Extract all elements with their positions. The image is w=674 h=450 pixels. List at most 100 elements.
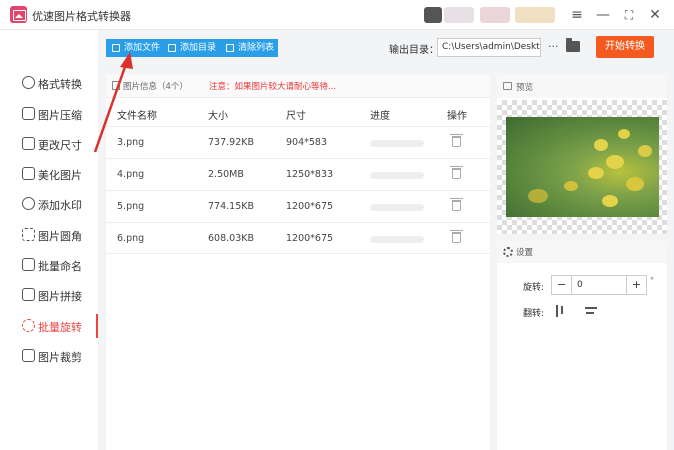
sidebar-item-compress[interactable]: 图片压缩 [0,100,98,128]
resize-icon [22,137,35,150]
sidebar-item-label: 格式转换 [38,78,82,91]
sidebar-item-crop[interactable]: 图片裁剪 [0,342,98,370]
delete-icon[interactable] [450,230,463,243]
sidebar-item-watermark[interactable]: 添加水印 [0,190,98,218]
sidebar-item-label: 图片压缩 [38,109,82,122]
sidebar-item-rounded-corner[interactable]: 图片圆角 [0,221,98,249]
rotate-stepper: − 0 + [551,275,647,295]
progress-bar [370,172,424,179]
title-bar: 优速图片格式转换器 ≡ — ⛶ ✕ [0,0,674,30]
flip-horizontal-icon[interactable] [556,305,566,317]
folder-outline-icon [168,44,176,52]
redacted-user-info [444,7,474,23]
sidebar-item-label: 美化图片 [38,169,82,182]
preview-label: 预览 [516,83,534,93]
table-row[interactable]: 4.png 2.50MB 1250*833 [106,158,490,190]
output-dir-input[interactable]: C:\Users\admin\Deskto [437,38,541,57]
progress-bar [370,140,424,147]
column-header-dimensions: 尺寸 [286,111,306,122]
trash-small-icon [226,44,234,52]
file-name: 6.png [117,233,145,244]
sidebar-item-label: 批量旋转 [38,321,82,334]
maximize-icon[interactable]: ⛶ [619,5,639,25]
close-icon[interactable]: ✕ [645,5,665,25]
rotate-angle-input[interactable]: 0 [577,280,583,290]
redacted-avatar [424,7,442,23]
format-convert-icon [22,76,35,89]
file-dimensions: 904*583 [286,137,328,148]
progress-bar [370,236,424,243]
table-row[interactable]: 6.png 608.03KB 1200*675 [106,222,490,254]
file-name: 4.png [117,169,145,180]
file-name: 5.png [117,201,145,212]
sidebar-item-label: 图片裁剪 [38,351,82,364]
delete-icon[interactable] [450,166,463,179]
file-list-panel: 图片信息（4个） 注意：如果图片较大请耐心等待... 文件名称 大小 尺寸 进度… [106,74,490,450]
column-header-progress: 进度 [370,111,390,122]
flower [528,189,548,203]
sidebar-item-rename[interactable]: 批量命名 [0,251,98,279]
flower [638,145,652,157]
file-info-header: 图片信息（4个） 注意：如果图片较大请耐心等待... [106,74,490,98]
sidebar-item-resize[interactable]: 更改尺寸 [0,130,98,158]
active-indicator [96,314,98,338]
wait-warning: 注意：如果图片较大请耐心等待... [209,82,337,92]
flip-vertical-icon[interactable] [585,307,597,317]
table-row[interactable]: 3.png 737.92KB 904*583 [106,126,490,158]
rotate-increase-button[interactable]: + [626,276,646,294]
sidebar-item-label: 图片拼接 [38,290,82,303]
add-file-button[interactable]: 添加文件 [106,39,162,57]
preview-panel: 预览 [497,74,667,234]
add-folder-button[interactable]: 添加目录 [162,39,220,57]
settings-header: 设置 [497,241,667,263]
rounded-corner-icon [22,228,35,241]
sidebar-item-stitch[interactable]: 图片拼接 [0,281,98,309]
column-header-name: 文件名称 [117,111,157,122]
redacted-user-info-2 [480,7,510,23]
delete-icon[interactable] [450,198,463,211]
table-row[interactable]: 5.png 774.15KB 1200*675 [106,190,490,222]
rotate-icon [22,319,35,332]
start-convert-button[interactable]: 开始转换 [596,36,654,58]
sidebar-item-rotate[interactable]: 批量旋转 [0,312,98,340]
minimize-icon[interactable]: — [593,5,613,25]
menu-icon[interactable]: ≡ [567,5,587,25]
flower [626,177,644,191]
folder-icon[interactable] [566,38,580,52]
file-size: 737.92KB [208,137,254,148]
flower [606,155,624,169]
stitch-icon [22,288,35,301]
beautify-icon [22,167,35,180]
clear-list-label: 清除列表 [238,43,275,53]
flower [602,195,618,207]
crop-icon [22,349,35,362]
clear-list-button[interactable]: 清除列表 [220,39,278,57]
more-options-button[interactable]: ··· [548,38,562,57]
preview-icon [503,82,512,90]
flip-label: 翻转: [523,309,545,319]
add-file-label: 添加文件 [124,43,161,53]
image-info-icon [112,81,120,90]
sidebar-item-label: 图片圆角 [38,230,82,243]
file-name: 3.png [117,137,145,148]
progress-bar [370,204,424,211]
sidebar-item-format-convert[interactable]: 格式转换 [0,69,98,97]
rotate-label: 旋转: [523,283,545,293]
column-header-size: 大小 [208,111,228,122]
preview-header: 预览 [497,74,667,98]
flower [618,129,630,139]
rotate-decrease-button[interactable]: − [552,276,572,294]
settings-label: 设置 [516,248,534,258]
file-dimensions: 1200*675 [286,201,334,212]
sidebar-item-label: 更改尺寸 [38,139,82,152]
delete-icon[interactable] [450,134,463,147]
column-header-actions: 操作 [447,111,467,122]
redacted-vip-badge [515,7,555,23]
sidebar: 格式转换 图片压缩 更改尺寸 美化图片 添加水印 图片圆角 批量命名 图片拼接 … [0,30,98,450]
file-size: 608.03KB [208,233,254,244]
compress-icon [22,107,35,120]
file-dimensions: 1250*833 [286,169,334,180]
sidebar-item-label: 批量命名 [38,260,82,273]
output-dir-label: 输出目录： [389,45,439,56]
sidebar-item-beautify[interactable]: 美化图片 [0,160,98,188]
